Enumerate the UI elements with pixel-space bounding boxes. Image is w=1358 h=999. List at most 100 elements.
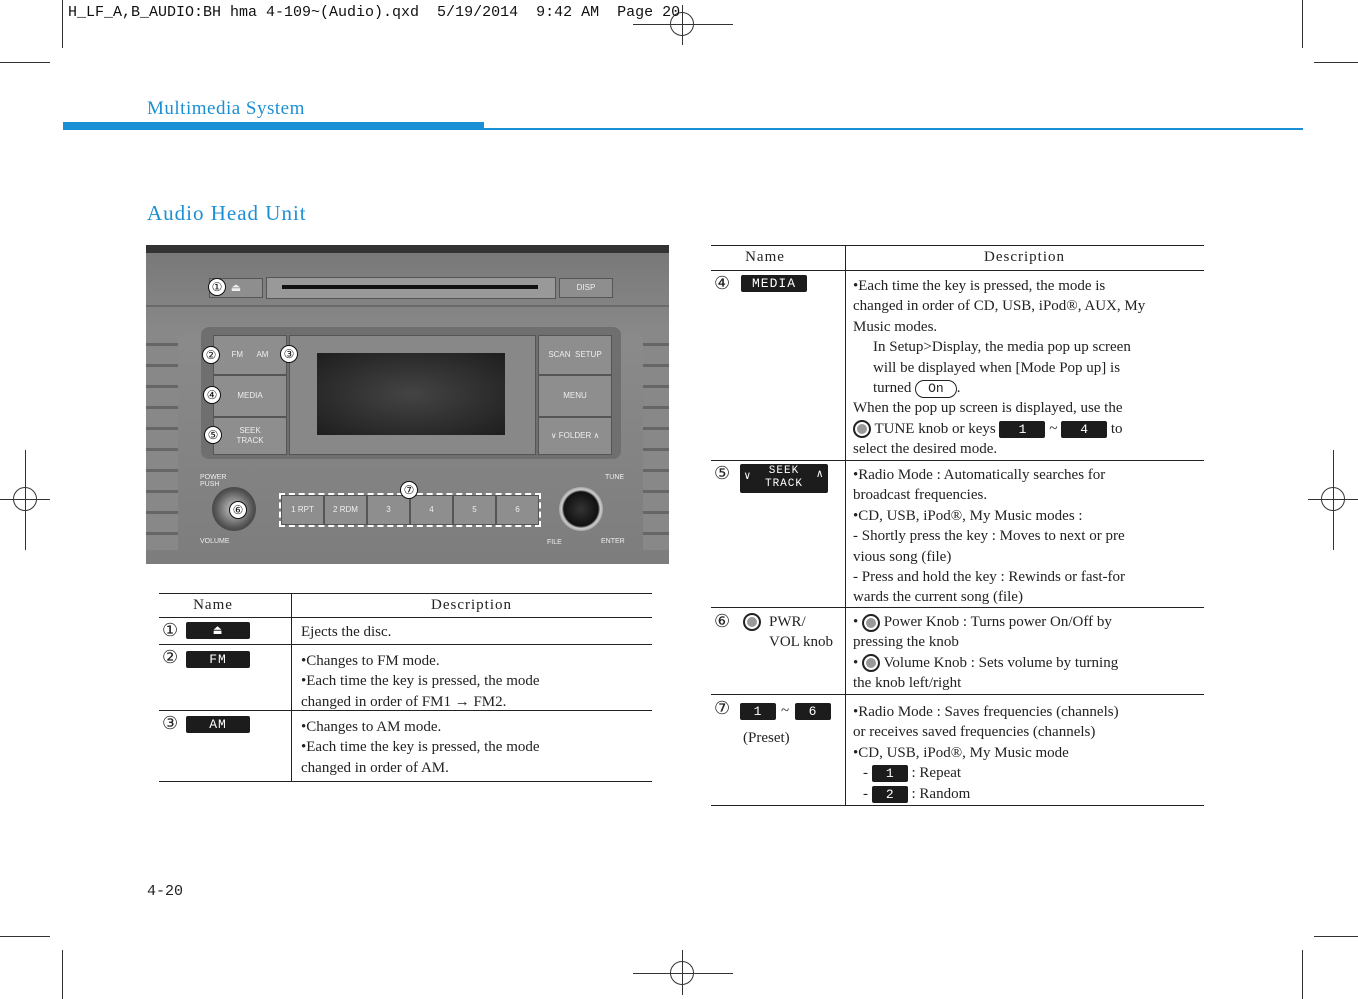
desc-line: •Each time the key is pressed, the mode — [301, 673, 540, 690]
tune-knob — [559, 487, 603, 531]
key-1: 1 — [740, 703, 776, 720]
crop-mark — [0, 62, 50, 63]
on-option: On — [915, 380, 957, 399]
preset-button: 1 RPT — [281, 495, 324, 525]
tune-label: TUNE — [605, 474, 625, 481]
desc-line: broadcast frequencies. — [853, 487, 988, 504]
desc-line: vious song (file) — [853, 548, 952, 565]
callout-6: ⑥ — [229, 501, 247, 519]
description: •Each time the key is pressed, the mode … — [853, 276, 1201, 460]
preset-button: 5 — [453, 495, 496, 525]
table-header: Name Description — [159, 594, 652, 618]
preset-label: (Preset) — [743, 730, 790, 746]
desc-line: •Each time the key is pressed, the mode — [301, 739, 540, 756]
repeat-text: : Repeat — [911, 765, 962, 782]
callout-5: ⑤ — [204, 426, 222, 444]
name-line: VOL knob — [769, 634, 834, 651]
key-6: 6 — [795, 703, 831, 720]
header-bar — [63, 122, 484, 128]
table-row: ④ MEDIA •Each time the key is pressed, t… — [711, 271, 1204, 461]
am-label: AM — [256, 350, 269, 359]
chevron-up-icon: ∧ — [816, 469, 824, 481]
description: •Changes to AM mode. •Each time the key … — [301, 717, 540, 778]
media-key: MEDIA — [741, 275, 807, 292]
seek-track-key: ∨ SEEK TRACK ∧ — [740, 464, 828, 493]
table-row: ③ AM •Changes to AM mode. •Each time the… — [159, 711, 652, 780]
tune-knob-icon — [853, 420, 871, 439]
enter-label: ENTER — [601, 538, 625, 545]
setup-label: SETUP — [575, 350, 602, 359]
fm-key: FM — [186, 651, 250, 668]
callout-number: ② — [162, 647, 179, 667]
crop-mark — [0, 936, 50, 937]
description: Ejects the disc. — [301, 624, 392, 640]
tilde: ~ — [1049, 420, 1058, 437]
desc-line: •Changes to FM mode. — [301, 653, 440, 669]
crop-mark — [1302, 0, 1303, 48]
chevron-down-icon: ∨ — [744, 471, 752, 483]
page-number: 4-20 — [147, 883, 184, 900]
desc-line: •Radio Mode : Automatically searches for — [853, 467, 1106, 483]
desc-line: •CD, USB, iPod®, My Music modes : — [853, 507, 1083, 524]
callout-number: ③ — [162, 713, 179, 733]
table-row: ⑦ 1 ~ 6 (Preset) •Radio Mode : Saves fre… — [711, 695, 1204, 804]
right-table: Name Description ④ MEDIA •Each time the … — [711, 245, 1204, 806]
desc-line: will be displayed when [Mode Pop up] is — [873, 359, 1121, 376]
seek-label: SEEK — [768, 465, 800, 477]
disp-button: DISP — [559, 278, 613, 298]
header-rule — [63, 128, 1303, 130]
preset-button: 4 — [410, 495, 453, 525]
section-header: Multimedia System — [147, 98, 305, 119]
track-label: TRACK — [764, 478, 803, 490]
dash: - — [863, 765, 868, 782]
volume-label: VOLUME — [200, 538, 230, 545]
key-1: 1 — [871, 765, 908, 783]
file-slug: H_LF_A,B_AUDIO:BH hma 4-109~(Audio).qxd … — [68, 4, 681, 21]
menu-button: MENU — [538, 375, 612, 417]
eject-key: ⏏ — [186, 622, 250, 639]
table-row: ① ⏏ Ejects the disc. — [159, 618, 652, 645]
registration-mark — [1321, 487, 1345, 511]
registration-mark — [670, 961, 694, 985]
callout-number: ④ — [714, 273, 731, 293]
crop-mark — [1302, 950, 1303, 999]
description: •Changes to FM mode. •Each time the key … — [301, 651, 540, 712]
callout-number: ⑤ — [714, 463, 731, 483]
callout-number: ⑥ — [714, 611, 731, 631]
push-label: PUSH — [200, 481, 220, 488]
desc-line: •CD, USB, iPod®, My Music mode — [853, 744, 1069, 761]
key-2: 2 — [871, 785, 908, 803]
seek-label: SEEK — [239, 426, 261, 435]
crop-mark — [1314, 936, 1358, 937]
crop-mark — [1314, 62, 1358, 63]
callout-number: ① — [162, 620, 179, 640]
fm-label: FM — [231, 350, 244, 359]
header-description: Description — [431, 597, 512, 613]
desc-text: to — [1110, 420, 1123, 437]
preset-button: 6 — [496, 495, 539, 525]
desc-line: - Press and hold the key : Rewinds or fa… — [853, 569, 1126, 586]
desc-line: select the desired mode. — [853, 441, 998, 458]
table-header: Name Description — [711, 246, 1204, 271]
table-row: ⑤ ∨ SEEK TRACK ∧ •Radio Mode : Automatica… — [711, 461, 1204, 608]
desc-line: •Radio Mode : Saves frequencies (channel… — [853, 704, 1119, 720]
desc-text: TUNE knob or keys — [874, 420, 996, 437]
display-screen — [317, 353, 505, 435]
name-line: PWR/ — [769, 614, 806, 630]
folder-button: ∨ FOLDER ∧ — [538, 417, 612, 455]
description: • Power Knob : Turns power On/Off by pre… — [853, 612, 1201, 694]
audio-head-unit-image: ⏏ DISP FM AM MEDIA SEEK TRACK SCAN SETUP … — [146, 245, 669, 564]
manual-page: H_LF_A,B_AUDIO:BH hma 4-109~(Audio).qxd … — [0, 0, 1358, 999]
am-key: AM — [186, 716, 250, 733]
callout-1: ① — [208, 278, 226, 296]
callout-2: ② — [202, 346, 220, 364]
registration-mark — [13, 487, 37, 511]
desc-text: Power Knob : Turns power On/Off by — [883, 614, 1112, 630]
left-table: Name Description ① ⏏ Ejects the disc. ② … — [159, 593, 652, 782]
header-name: Name — [745, 249, 785, 265]
callout-3: ③ — [280, 345, 298, 363]
callout-number: ⑦ — [714, 698, 731, 718]
crop-mark — [62, 950, 63, 999]
preset-button: 3 — [367, 495, 410, 525]
file-label: FILE — [547, 539, 562, 546]
